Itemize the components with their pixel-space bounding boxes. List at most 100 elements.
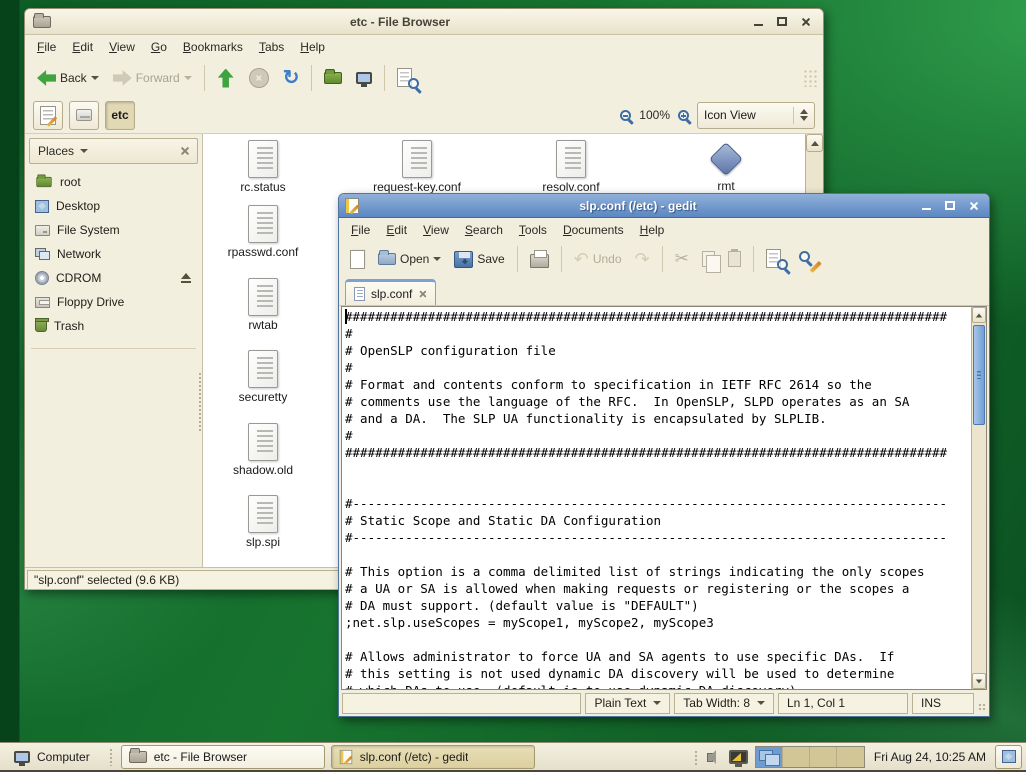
redo-button[interactable]: ↷ (630, 247, 655, 271)
sidebar-item-network[interactable]: Network (31, 242, 196, 266)
search-icon (397, 68, 417, 88)
print-button[interactable] (525, 246, 554, 272)
edit-location-button[interactable] (33, 101, 63, 130)
save-button[interactable]: Save (449, 247, 509, 272)
show-desktop-button[interactable] (995, 745, 1022, 769)
sidebar-item-cdrom[interactable]: CDROM (31, 266, 196, 290)
menu-help[interactable]: Help (632, 219, 673, 241)
home-button[interactable] (318, 68, 348, 88)
computer-button[interactable] (350, 68, 378, 88)
sidebar-item-trash[interactable]: Trash (31, 314, 196, 338)
menu-view[interactable]: View (415, 219, 457, 241)
menu-bookmarks[interactable]: Bookmarks (175, 36, 251, 58)
clock[interactable]: Fri Aug 24, 10:25 AM (872, 750, 988, 764)
language-select[interactable]: Plain Text (585, 693, 670, 714)
paste-button[interactable] (723, 247, 746, 271)
workspace-switcher[interactable] (755, 746, 865, 768)
sidebar-item-file-system[interactable]: File System (31, 218, 196, 242)
zoom-level: 100% (639, 108, 670, 122)
file-item[interactable]: rmt (666, 140, 786, 193)
back-button[interactable]: Back (31, 65, 105, 91)
menu-view[interactable]: View (101, 36, 143, 58)
gedit-titlebar[interactable]: slp.conf (/etc) - gedit (339, 194, 989, 218)
menu-file[interactable]: File (29, 36, 64, 58)
close-button[interactable] (965, 198, 983, 214)
minimize-button[interactable] (917, 198, 935, 214)
menu-file[interactable]: File (343, 219, 378, 241)
display-settings-icon[interactable] (729, 750, 748, 764)
workspace-4[interactable] (837, 747, 864, 767)
forward-dropdown-icon[interactable] (184, 76, 192, 80)
forward-button[interactable]: Forward (107, 65, 198, 91)
reload-icon: ↻ (283, 69, 300, 87)
scroll-up-icon[interactable] (806, 134, 823, 152)
menu-tabs[interactable]: Tabs (251, 36, 292, 58)
zoom-in-icon[interactable] (678, 110, 689, 121)
task-file-browser[interactable]: etc - File Browser (121, 745, 325, 769)
file-item[interactable]: shadow.old (203, 423, 323, 477)
search-button[interactable] (391, 64, 423, 92)
tab-slp-conf[interactable]: slp.conf (345, 279, 436, 305)
zoom-out-icon[interactable] (620, 110, 631, 121)
floppy-icon (35, 297, 50, 308)
maximize-button[interactable] (941, 198, 959, 214)
cut-button[interactable]: ✂ (670, 247, 694, 271)
close-button[interactable] (797, 14, 815, 30)
reload-button[interactable]: ↻ (277, 65, 306, 91)
places-close-icon[interactable] (180, 146, 189, 156)
replace-button[interactable] (794, 245, 826, 273)
menu-edit[interactable]: Edit (64, 36, 101, 58)
up-button[interactable] (211, 65, 241, 92)
back-dropdown-icon[interactable] (91, 76, 99, 80)
scroll-down-icon[interactable] (972, 673, 986, 689)
toolbar-separator (311, 65, 312, 91)
workspace-3[interactable] (810, 747, 837, 767)
tab-width-select[interactable]: Tab Width: 8 (674, 693, 774, 714)
workspace-1[interactable] (756, 747, 783, 767)
undo-button[interactable]: ↶ Undo (569, 247, 627, 271)
file-item[interactable]: slp.spi (203, 495, 323, 549)
open-dropdown-icon[interactable] (433, 257, 441, 261)
sidebar-item-root[interactable]: root (31, 170, 196, 194)
sidebar-item-floppy[interactable]: Floppy Drive (31, 290, 196, 314)
file-browser-titlebar[interactable]: etc - File Browser (25, 9, 823, 35)
editor-scrollbar[interactable] (971, 307, 986, 689)
file-item[interactable]: rpasswd.conf (203, 205, 323, 259)
tab-close-icon[interactable] (419, 289, 427, 298)
maximize-button[interactable] (773, 14, 791, 30)
eject-icon[interactable] (180, 273, 192, 283)
minimize-button[interactable] (749, 14, 767, 30)
menu-tools[interactable]: Tools (511, 219, 555, 241)
task-gedit[interactable]: slp.conf (/etc) - gedit (331, 745, 535, 769)
file-item[interactable]: request-key.conf (357, 140, 477, 194)
path-segment-etc[interactable]: etc (105, 101, 135, 130)
menu-search[interactable]: Search (457, 219, 511, 241)
editor-text[interactable]: ########################################… (342, 307, 971, 689)
places-list: root Desktop File System Network CDROM F… (29, 164, 198, 344)
scrollbar-thumb[interactable] (973, 325, 985, 425)
file-item[interactable]: rc.status (203, 140, 323, 194)
computer-menu-button[interactable]: Computer (4, 744, 100, 770)
workspace-2[interactable] (783, 747, 810, 767)
stop-button[interactable] (243, 64, 275, 92)
redo-icon: ↷ (635, 251, 650, 267)
menu-edit[interactable]: Edit (378, 219, 415, 241)
menu-documents[interactable]: Documents (555, 219, 632, 241)
menu-help[interactable]: Help (292, 36, 333, 58)
file-item[interactable]: resolv.conf (511, 140, 631, 194)
view-mode-select[interactable]: Icon View (697, 102, 815, 129)
menu-go[interactable]: Go (143, 36, 175, 58)
file-item[interactable]: securetty (203, 350, 323, 404)
places-header[interactable]: Places (29, 138, 198, 164)
save-icon (454, 251, 473, 268)
file-item[interactable]: rwtab (203, 278, 323, 332)
new-document-button[interactable] (345, 246, 370, 273)
sidebar-item-desktop[interactable]: Desktop (31, 194, 196, 218)
open-button[interactable]: Open (373, 248, 446, 270)
root-path-button[interactable] (69, 101, 99, 130)
copy-button[interactable] (697, 247, 720, 271)
volume-icon[interactable] (707, 750, 722, 764)
resize-grip[interactable] (978, 703, 986, 711)
find-button[interactable] (761, 245, 791, 273)
scroll-up-icon[interactable] (972, 307, 986, 323)
